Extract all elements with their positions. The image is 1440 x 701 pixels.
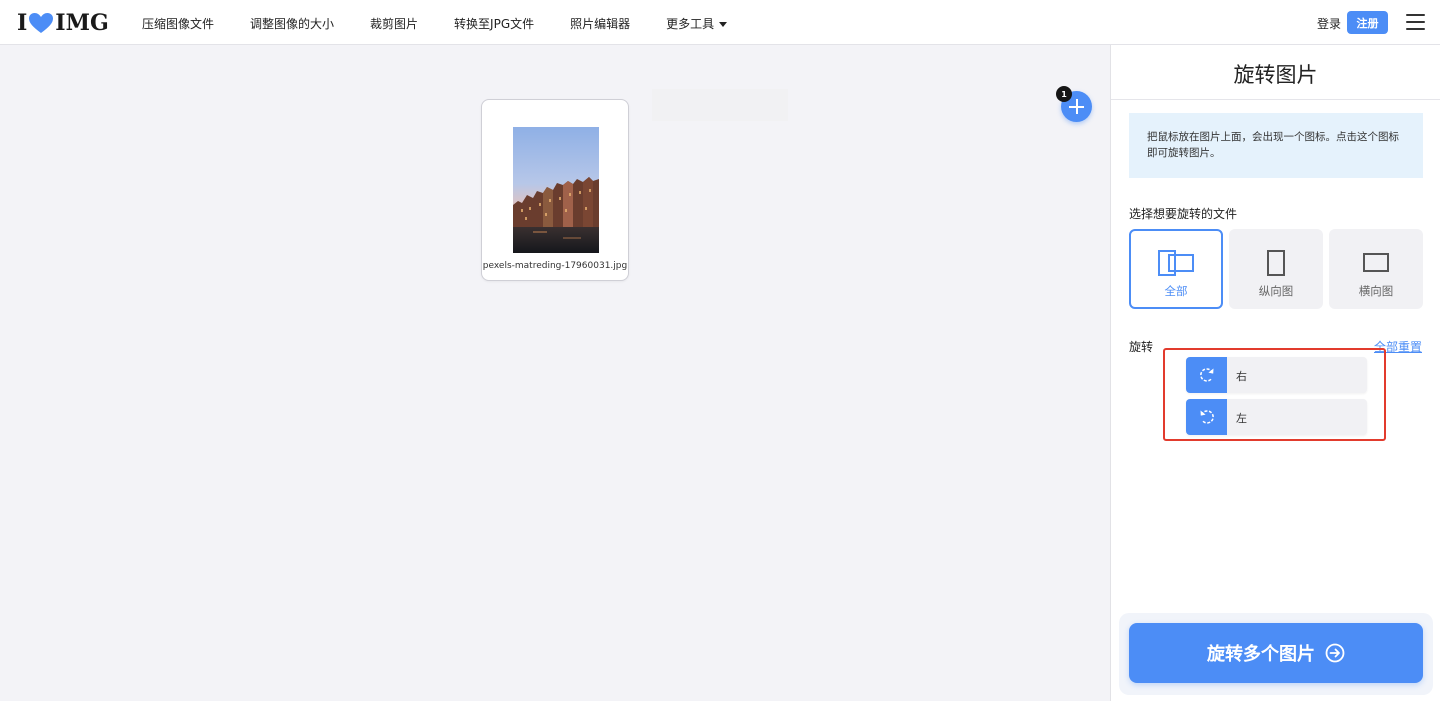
option-all[interactable]: 全部 — [1129, 229, 1223, 309]
sidebar-title: 旋转图片 — [1233, 63, 1318, 87]
rotate-left-button[interactable]: 左 — [1186, 399, 1367, 435]
submit-label: 旋转多个图片 — [1207, 644, 1315, 665]
portrait-icon — [1267, 250, 1285, 276]
select-files-label: 选择想要旋转的文件 — [1129, 207, 1238, 221]
login-link[interactable]: 登录 — [1317, 15, 1341, 32]
arrow-right-circle-icon — [1325, 643, 1345, 663]
more-tools-label: 更多工具 — [666, 17, 715, 31]
drop-placeholder — [652, 89, 788, 121]
image-thumbnail — [513, 127, 599, 253]
file-name: pexels-matreding-17960031.jpg — [482, 261, 628, 271]
nav-resize[interactable]: 调整图像的大小 — [250, 15, 334, 32]
logo-text-i: I — [17, 10, 28, 36]
main-nav: 压缩图像文件 调整图像的大小 裁剪图片 转换至JPG文件 照片编辑器 更多工具 — [142, 15, 763, 32]
option-portrait-label: 纵向图 — [1258, 284, 1294, 298]
caret-down-icon — [719, 22, 728, 27]
nav-photo-editor[interactable]: 照片编辑器 — [570, 15, 630, 32]
submit-rotate-button[interactable]: 旋转多个图片 — [1129, 623, 1423, 683]
signup-button[interactable]: 注册 — [1347, 11, 1388, 34]
option-portrait[interactable]: 纵向图 — [1229, 229, 1323, 309]
option-landscape[interactable]: 横向图 — [1329, 229, 1423, 309]
sidebar: 旋转图片 把鼠标放在图片上面，会出现一个图标。点击这个图标即可旋转图片。 选择想… — [1110, 45, 1440, 701]
hamburger-menu-icon[interactable] — [1406, 14, 1425, 30]
rotate-left-label: 左 — [1236, 412, 1247, 425]
heart-icon — [29, 13, 54, 33]
landscape-icon — [1363, 253, 1389, 272]
logo-text-img: IMG — [55, 10, 109, 36]
nav-compress[interactable]: 压缩图像文件 — [142, 15, 214, 32]
top-navbar: I IMG 压缩图像文件 调整图像的大小 裁剪图片 转换至JPG文件 照片编辑器… — [0, 0, 1440, 45]
rotate-right-button[interactable]: 右 — [1186, 357, 1367, 393]
divider — [1111, 99, 1440, 100]
rotate-right-label: 右 — [1236, 370, 1247, 383]
option-landscape-label: 横向图 — [1358, 284, 1394, 298]
logo[interactable]: I IMG — [17, 10, 109, 36]
info-box: 把鼠标放在图片上面，会出现一个图标。点击这个图标即可旋转图片。 — [1129, 113, 1423, 178]
nav-crop[interactable]: 裁剪图片 — [370, 15, 418, 32]
nav-more-tools[interactable]: 更多工具 — [666, 15, 728, 32]
file-card[interactable]: pexels-matreding-17960031.jpg — [481, 99, 629, 281]
rotate-label: 旋转 — [1129, 340, 1154, 354]
nav-convert-jpg[interactable]: 转换至JPG文件 — [454, 15, 534, 32]
rotate-right-icon — [1186, 357, 1227, 393]
workspace: pexels-matreding-17960031.jpg 1 — [0, 45, 1110, 701]
rotate-left-icon — [1186, 399, 1227, 435]
file-count-badge: 1 — [1056, 86, 1072, 102]
option-all-label: 全部 — [1164, 284, 1188, 298]
all-orientations-icon — [1158, 250, 1194, 276]
